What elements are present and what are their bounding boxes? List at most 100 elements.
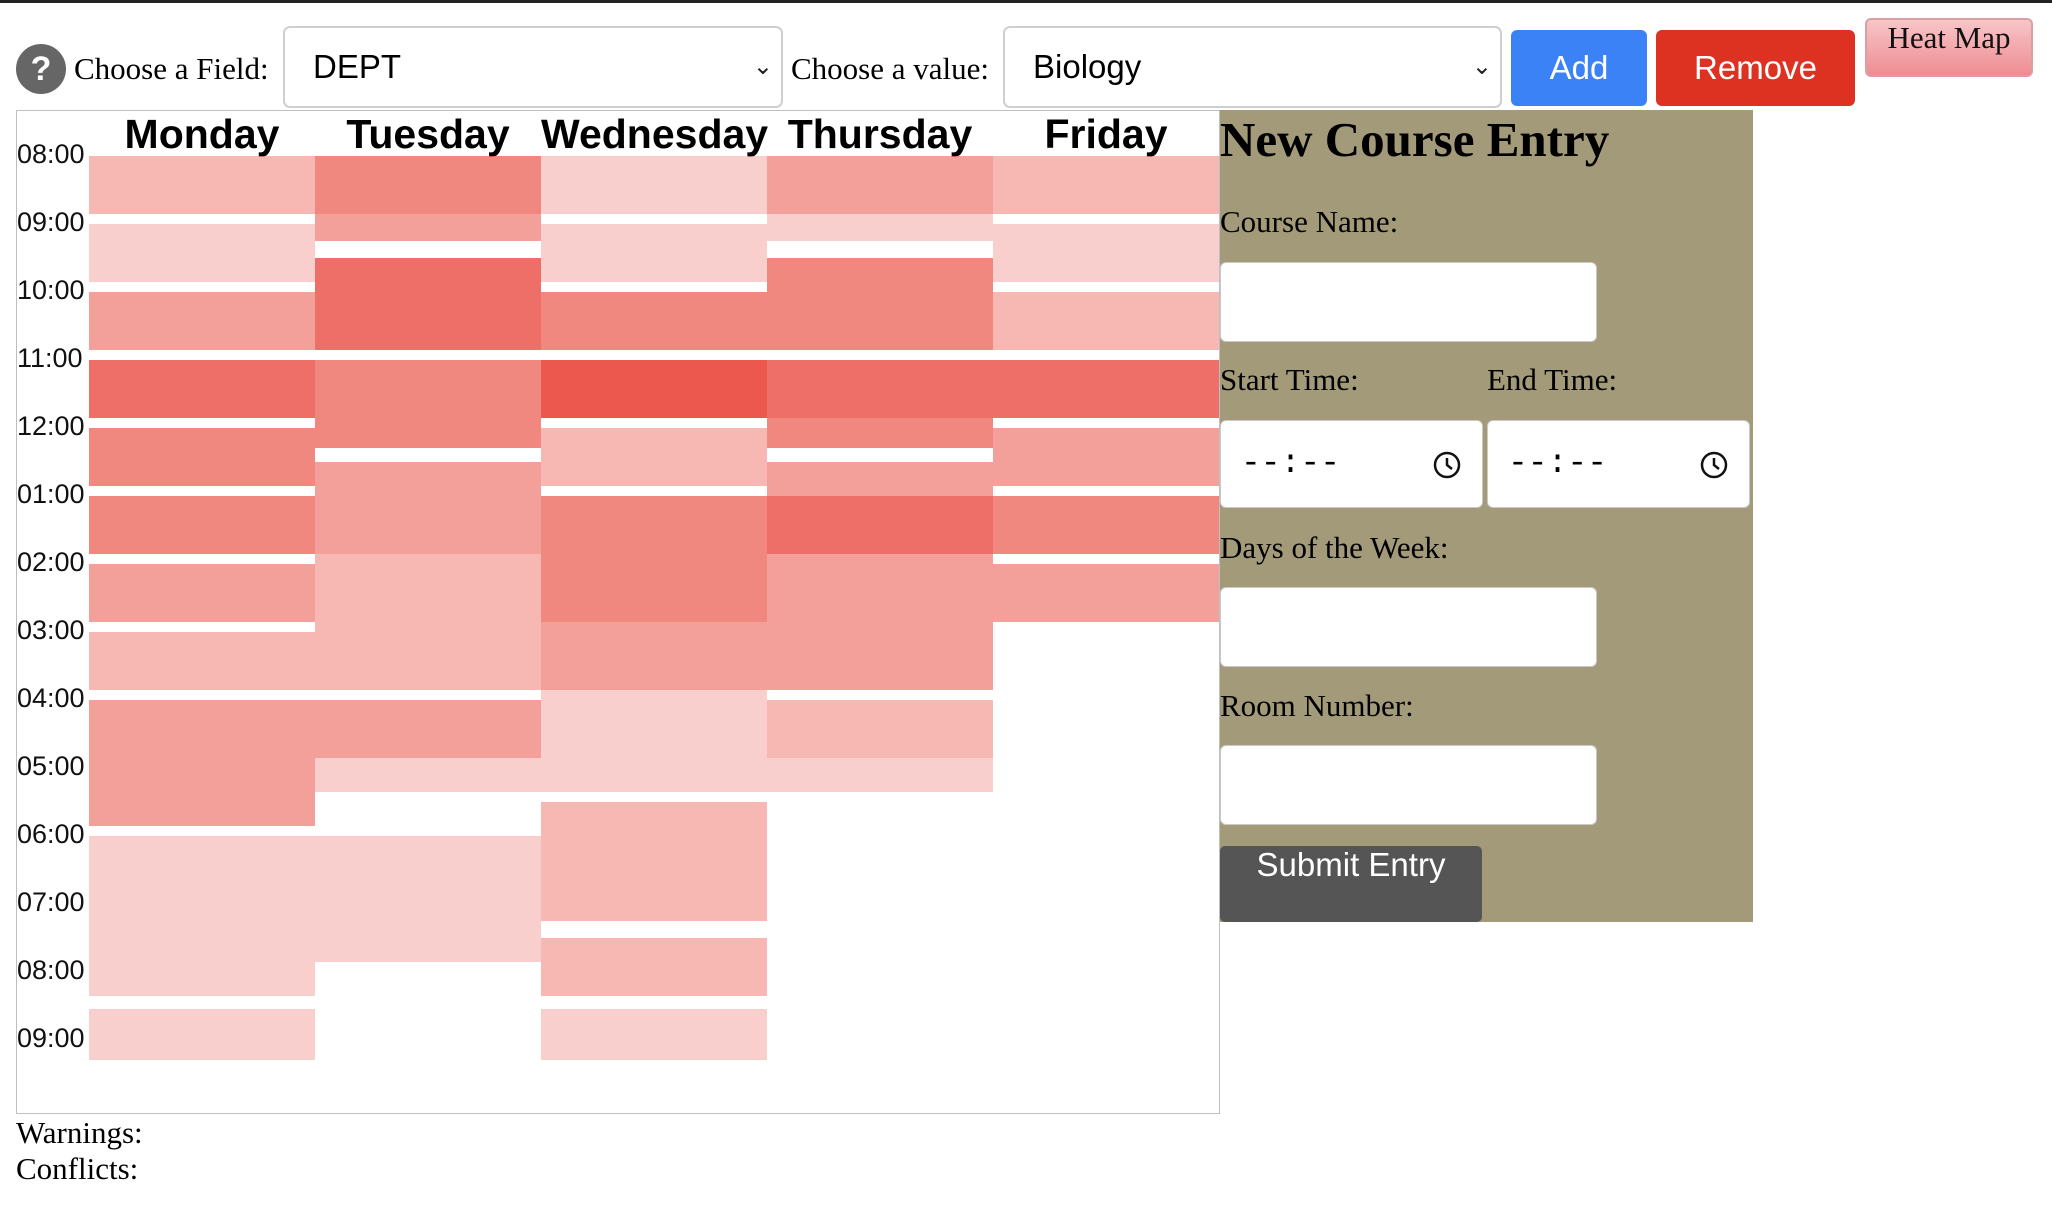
heat-cell-friday bbox=[993, 292, 1219, 350]
heat-cell-wednesday bbox=[541, 621, 767, 690]
value-select[interactable]: Biology ⌄ bbox=[1003, 26, 1502, 108]
heat-cell-wednesday bbox=[541, 723, 767, 792]
clock-icon[interactable] bbox=[1699, 450, 1729, 480]
hour-label: 09:00 bbox=[17, 1023, 85, 1053]
heat-cell-monday bbox=[89, 224, 315, 282]
end-time-label: End Time: bbox=[1487, 362, 1618, 397]
heat-cell-tuesday bbox=[315, 462, 541, 554]
heat-cell-thursday bbox=[767, 757, 993, 792]
hour-label: 09:00 bbox=[17, 207, 85, 237]
heat-cell-friday bbox=[993, 564, 1219, 622]
heat-cell-monday bbox=[89, 632, 315, 690]
days-label: Days of the Week: bbox=[1220, 530, 1449, 565]
hour-label: 08:00 bbox=[17, 955, 85, 985]
hour-label: 11:00 bbox=[17, 343, 83, 373]
heat-cell-tuesday bbox=[315, 836, 541, 962]
clock-icon[interactable] bbox=[1432, 450, 1462, 480]
hour-label: 02:00 bbox=[17, 547, 85, 577]
heat-cell-tuesday bbox=[315, 621, 541, 690]
help-button[interactable]: ? bbox=[16, 44, 66, 94]
end-time-placeholder: --:-- bbox=[1508, 445, 1608, 482]
chevron-down-icon: ⌄ bbox=[1471, 53, 1492, 80]
course-name-input[interactable] bbox=[1220, 262, 1597, 342]
start-time-input[interactable]: --:-- bbox=[1220, 420, 1483, 508]
start-time-label: Start Time: bbox=[1220, 362, 1359, 397]
heat-cell-monday bbox=[89, 360, 315, 418]
day-header-thursday: Thursday bbox=[787, 111, 973, 157]
heat-cell-friday bbox=[993, 360, 1219, 418]
heat-cell-wednesday bbox=[541, 292, 767, 350]
heat-cell-wednesday bbox=[541, 428, 767, 486]
days-input[interactable] bbox=[1220, 587, 1597, 667]
hour-label: 04:00 bbox=[17, 683, 85, 713]
heat-cell-monday bbox=[89, 428, 315, 486]
schedule-heatmap: Monday Tuesday Wednesday Thursday Friday… bbox=[16, 110, 1220, 1114]
heat-cell-tuesday bbox=[315, 700, 541, 758]
heat-cell-wednesday bbox=[541, 802, 767, 921]
heat-cell-thursday bbox=[767, 553, 993, 622]
room-label: Room Number: bbox=[1220, 688, 1414, 723]
chevron-down-icon: ⌄ bbox=[752, 53, 773, 80]
heat-cell-wednesday bbox=[541, 689, 767, 724]
heat-cell-tuesday bbox=[315, 553, 541, 622]
form-title: New Course Entry bbox=[1220, 112, 1610, 167]
heat-cell-thursday bbox=[767, 462, 993, 496]
day-header-friday: Friday bbox=[1044, 111, 1168, 157]
room-input[interactable] bbox=[1220, 745, 1597, 825]
heat-cell-thursday bbox=[767, 496, 993, 554]
heat-cell-thursday bbox=[767, 700, 993, 758]
top-border bbox=[0, 0, 2052, 3]
heat-cell-wednesday bbox=[541, 553, 767, 622]
field-label: Choose a Field: bbox=[74, 51, 269, 86]
new-course-panel: New Course Entry Course Name: Start Time… bbox=[1220, 110, 1753, 922]
day-header-wednesday: Wednesday bbox=[541, 111, 769, 157]
value-label: Choose a value: bbox=[791, 51, 990, 86]
warnings-label: Warnings: bbox=[16, 1115, 143, 1150]
remove-button[interactable]: Remove bbox=[1656, 30, 1855, 106]
add-button[interactable]: Add bbox=[1511, 30, 1647, 106]
heat-cell-wednesday bbox=[541, 496, 767, 554]
heat-cell-thursday bbox=[767, 156, 993, 214]
heat-cell-tuesday bbox=[315, 757, 541, 792]
hour-label: 08:00 bbox=[17, 139, 85, 169]
heat-cell-thursday bbox=[767, 213, 993, 241]
heat-cell-monday bbox=[89, 700, 315, 826]
heat-cell-monday bbox=[89, 1009, 315, 1061]
conflicts-label: Conflicts: bbox=[16, 1151, 139, 1186]
heat-cell-friday bbox=[993, 428, 1219, 486]
hour-label: 07:00 bbox=[17, 887, 85, 917]
hour-label: 03:00 bbox=[17, 615, 85, 645]
heat-cell-wednesday bbox=[541, 156, 767, 214]
heat-cell-thursday bbox=[767, 258, 993, 350]
heat-cell-thursday bbox=[767, 417, 993, 449]
hour-label: 10:00 bbox=[17, 275, 85, 305]
end-time-input[interactable]: --:-- bbox=[1487, 420, 1750, 508]
value-select-value: Biology bbox=[1033, 48, 1142, 85]
heat-cell-wednesday bbox=[541, 938, 767, 996]
field-select[interactable]: DEPT ⌄ bbox=[283, 26, 783, 108]
heat-cell-wednesday bbox=[541, 224, 767, 282]
hour-label: 12:00 bbox=[17, 411, 85, 441]
course-name-label: Course Name: bbox=[1220, 204, 1399, 239]
start-time-placeholder: --:-- bbox=[1241, 445, 1341, 482]
day-header-monday: Monday bbox=[124, 111, 280, 157]
field-select-value: DEPT bbox=[313, 48, 402, 85]
heat-cell-thursday bbox=[767, 621, 993, 690]
heat-cell-monday bbox=[89, 921, 315, 996]
day-header-tuesday: Tuesday bbox=[346, 111, 510, 157]
heat-cell-thursday bbox=[767, 360, 993, 418]
submit-entry-button[interactable]: Submit Entry bbox=[1220, 846, 1482, 922]
heat-cell-monday bbox=[89, 564, 315, 622]
heat-cell-friday bbox=[993, 224, 1219, 282]
heat-cell-tuesday bbox=[315, 156, 541, 214]
hour-label: 06:00 bbox=[17, 819, 85, 849]
hour-label: 05:00 bbox=[17, 751, 85, 781]
heat-cell-monday bbox=[89, 496, 315, 554]
heat-cell-monday bbox=[89, 836, 315, 921]
heat-cell-friday bbox=[993, 156, 1219, 214]
hour-label: 01:00 bbox=[17, 479, 85, 509]
heat-map-button[interactable]: Heat Map bbox=[1865, 18, 2033, 77]
heat-cell-tuesday bbox=[315, 213, 541, 241]
heat-cell-monday bbox=[89, 292, 315, 350]
heat-cell-wednesday bbox=[541, 1009, 767, 1061]
